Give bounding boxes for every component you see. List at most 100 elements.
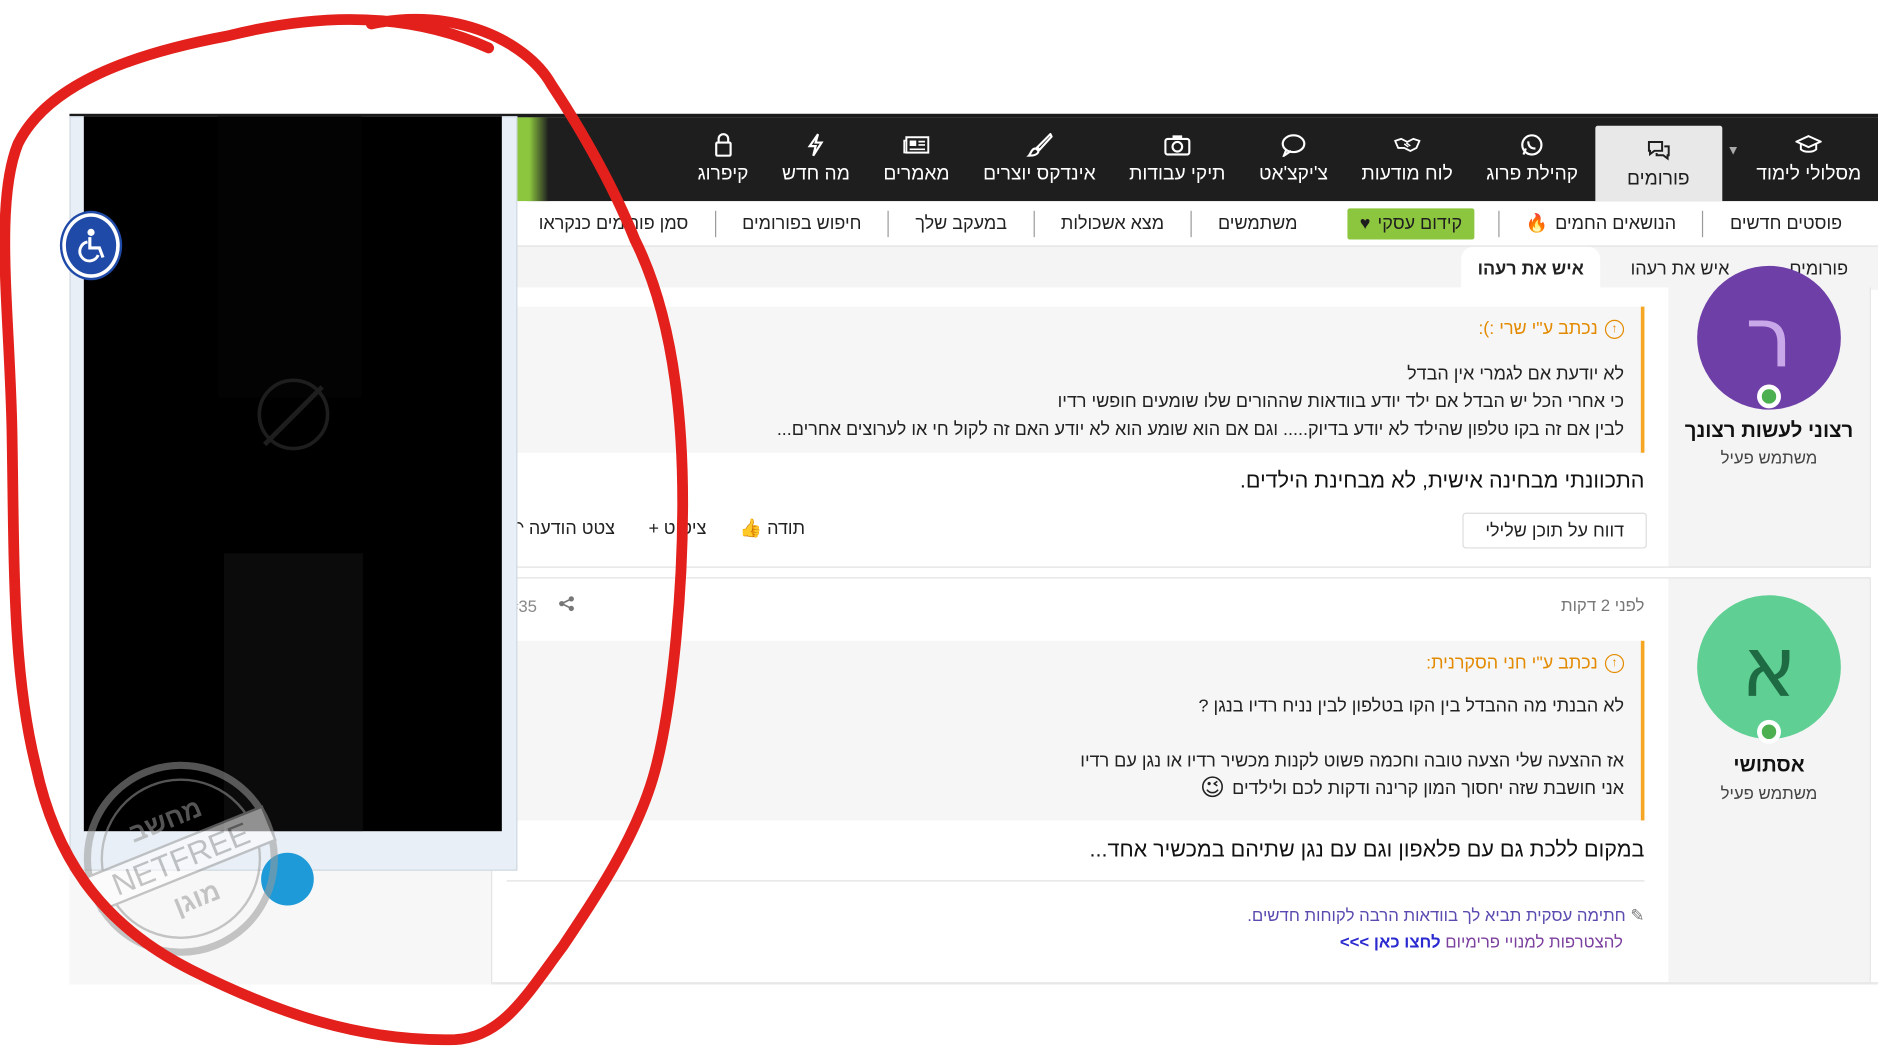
quote-block: ↑ נכתב ע"י שרי :): לא יודעת אם לגמרי אין … [506, 306, 1645, 453]
signature-text: להצטרפות למנויי פרימיום [1445, 931, 1623, 951]
nav-whats-new[interactable]: מה חדש [765, 117, 866, 201]
signature: ✎ חתימה עסקית תביא לך בוודאות הרבה לקוחו… [1247, 902, 1644, 955]
author-role: משתמש פעיל [1720, 783, 1818, 803]
share-icon[interactable] [559, 595, 576, 615]
nav-label: מה חדש [782, 164, 850, 185]
subnav-new-posts[interactable]: פוסטים חדשים [1702, 210, 1878, 237]
signature-text: חתימה עסקית תביא לך בוודאות הרבה לקוחות … [1247, 905, 1626, 925]
nav-articles[interactable]: מאמרים [867, 117, 967, 201]
breadcrumb-current[interactable]: איש את רעהו [1460, 246, 1601, 290]
lightning-icon [803, 133, 829, 157]
nav-ads-board[interactable]: לוח מודעות [1345, 117, 1470, 201]
post-body: התכוונתי מבחינה אישית, לא מבחינת הילדים. [1239, 468, 1645, 493]
nav-label: אינדקס יוצרים [983, 164, 1096, 185]
nav-label: קהילת פרוג [1486, 164, 1579, 185]
avatar-letter: ר [1745, 288, 1793, 387]
author-name[interactable]: רצוני לעשות רצונך [1668, 419, 1869, 443]
media-shade [217, 116, 362, 398]
quote-line [507, 720, 1641, 748]
fire-icon: 🔥 [1525, 212, 1548, 233]
subnav-members[interactable]: משתמשים [1190, 210, 1323, 237]
subnav-label: במעקב שלך [915, 212, 1008, 233]
nav-kiprog[interactable]: קיפרוג [681, 117, 765, 201]
subnav-search-forums[interactable]: חיפוש בפורומים [714, 210, 888, 237]
handshake-icon [1393, 133, 1421, 157]
lock-icon [710, 133, 736, 157]
nav-label: צ'יקצ'אט [1258, 164, 1329, 185]
subnav-label: סמן פורומים כנקראו [538, 212, 689, 233]
quote-header[interactable]: ↑ נכתב ע"י חני הסקרנית: [507, 641, 1641, 673]
nav-learning-paths[interactable]: מסלולי לימוד [1740, 117, 1878, 201]
main-navbar: מסלולי לימוד ▼ פורומים קהילת פרוג לוח מו… [526, 117, 1878, 202]
speech-bubble-icon [1280, 133, 1306, 157]
subnav-label: מצא אשכולות [1060, 212, 1165, 233]
quote-line: כי אחרי הכל יש הבדל אם ילד יודע בוודאות … [1057, 391, 1625, 413]
subnav-mark-read[interactable]: סמן פורומים כנקראו [512, 210, 714, 236]
avatar-letter: א [1740, 618, 1798, 717]
thanks-button[interactable]: 👍 תודה [740, 517, 805, 539]
plus-icon: + [648, 518, 660, 539]
chevron-down-icon[interactable]: ▼ [1722, 117, 1740, 201]
quote-line: לבין אם זה בקו טלפון שהילד לא יודע בדיוק… [776, 419, 1625, 440]
avatar[interactable]: א [1697, 595, 1841, 739]
camera-icon [1164, 133, 1191, 157]
arrow-up-circle-icon[interactable]: ↑ [1604, 653, 1625, 673]
sub-navbar: פוסטים חדשים 🔥 הנושאים החמים ♥ קידום עסקי … [515, 201, 1878, 247]
subnav-watched[interactable]: במעקב שלך [887, 210, 1033, 237]
action-label: ציטוט [663, 518, 707, 539]
subnav-find-threads[interactable]: מצא אשכולות [1033, 210, 1190, 237]
arrow-up-circle-icon[interactable]: ↑ [1604, 319, 1625, 339]
action-label: תודה [767, 518, 806, 539]
wheelchair-icon [78, 228, 105, 263]
post-author-panel: א אסתושי משתמש פעיל [1668, 578, 1870, 984]
quote-header[interactable]: ↑ נכתב ע"י שרי :): [507, 307, 1641, 339]
newspaper-icon [903, 133, 930, 157]
wink-emoji-icon: 😉 [1199, 774, 1225, 802]
nav-label: קיפרוג [697, 164, 749, 185]
online-status-icon [1757, 384, 1781, 409]
subnav-label: הנושאים החמים [1555, 212, 1677, 233]
subnav-label: קידום עסקי [1377, 212, 1463, 233]
nav-label: מסלולי לימוד [1756, 164, 1862, 185]
nav-label: תיקי עבודות [1129, 164, 1226, 185]
whatsapp-icon [1519, 133, 1545, 157]
report-content-button[interactable]: דווח על תוכן שלילי [1462, 512, 1647, 549]
post-author-panel: ר רצוני לעשות רצונך משתמש פעיל [1668, 265, 1870, 567]
signature-line: ✎ חתימה עסקית תביא לך בוודאות הרבה לקוחו… [1247, 902, 1644, 928]
subnav-hot-topics[interactable]: 🔥 הנושאים החמים [1498, 210, 1702, 237]
post-body: במקום ללכת גם עם פלאפון וגם עם נגן שתיהם… [1089, 837, 1645, 862]
quote-author: נכתב ע"י חני הסקרנית: [1426, 652, 1598, 674]
premium-signup-link[interactable]: לחצו כאן >>> [1340, 932, 1441, 951]
nav-portfolios[interactable]: תיקי עבודות [1112, 117, 1242, 201]
nav-label: מאמרים [883, 164, 950, 185]
multi-quote-button[interactable]: + ציטוט [649, 517, 707, 539]
nav-forums[interactable]: פורומים [1594, 125, 1722, 202]
nav-community[interactable]: קהילת פרוג [1470, 117, 1595, 201]
post-timestamp[interactable]: לפני 2 דקות [1561, 595, 1644, 614]
subnav-label: משתמשים [1217, 212, 1298, 233]
quote-block: ↑ נכתב ע"י חני הסקרנית: לא הבנתי מה ההבדל… [506, 640, 1645, 821]
nav-chikchat[interactable]: צ'יקצ'אט [1242, 117, 1345, 201]
nav-creators-index[interactable]: אינדקס יוצרים [966, 117, 1112, 201]
accessibility-button[interactable] [62, 213, 120, 278]
quote-text: אני חושבת שזה יחסוך המון קרינה ודקות לכם… [1232, 778, 1625, 799]
blocked-media-box [83, 116, 502, 832]
quote-line: לא הבנתי מה ההבדל בין הקו בטלפון לבין ננ… [1198, 695, 1625, 717]
forum-post: א אסתושי משתמש פעיל לפני 2 דקות #35 ↑ נכת… [491, 577, 1871, 985]
post-number: #35 [509, 595, 575, 615]
nav-label: לוח מודעות [1361, 164, 1453, 185]
signature-divider [506, 880, 1645, 882]
thumbs-up-icon: 👍 [739, 518, 763, 539]
author-name[interactable]: אסתושי [1668, 753, 1869, 777]
chat-bubbles-icon [1645, 137, 1671, 161]
quote-line: אני חושבת שזה יחסוך המון קרינה ודקות לכם… [507, 775, 1641, 803]
action-label: צטט הודעה [528, 518, 615, 539]
brush-icon [1026, 132, 1053, 157]
subnav-label: פוסטים חדשים [1730, 212, 1843, 233]
reply-quote-button[interactable]: ↶צטט הודעה [509, 517, 615, 539]
forum-post: ר רצוני לעשות רצונך משתמש פעיל ↑ נכתב ע"י… [491, 265, 1871, 568]
heart-icon: ♥ [1359, 212, 1371, 233]
graduation-cap-icon [1795, 133, 1822, 157]
nav-label: פורומים [1626, 168, 1690, 189]
subnav-business-promo[interactable]: ♥ קידום עסקי [1347, 207, 1475, 239]
